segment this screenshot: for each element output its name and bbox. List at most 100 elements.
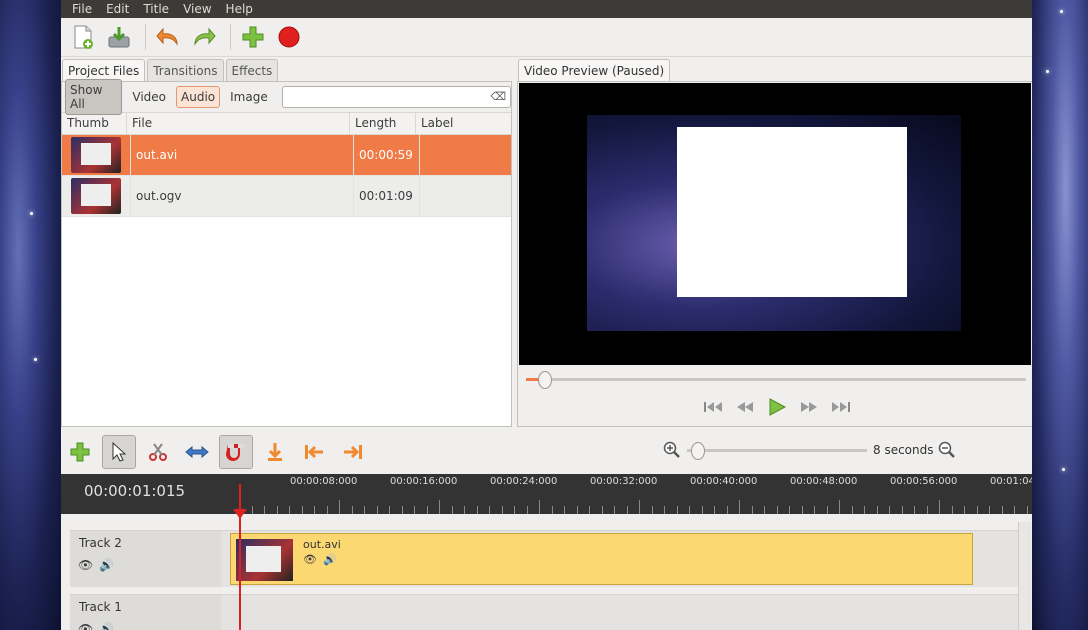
col-file[interactable]: File <box>127 113 350 134</box>
razor-tool-button[interactable] <box>141 435 175 469</box>
ruler-time-label: 00:00:08:000 <box>290 476 358 487</box>
file-length: 00:00:59 <box>354 135 420 175</box>
desktop-wallpaper-left <box>0 0 61 630</box>
ruler-tick <box>301 506 303 514</box>
timeline-clip[interactable]: out.avi 👁 🔊 <box>230 533 973 585</box>
ruler-tick <box>864 506 865 514</box>
ruler-tick <box>751 506 753 514</box>
video-frame <box>587 115 961 331</box>
zoom-handle[interactable] <box>691 441 705 460</box>
timeline-ruler[interactable]: 00:00:01:015 00:00:08:000 00:00:16:000 00:… <box>61 474 1032 514</box>
menu-view[interactable]: View <box>176 0 218 18</box>
track-icons: 👁 🔊 <box>78 622 114 630</box>
search-input[interactable]: ⌫ <box>281 86 511 108</box>
visibility-eye-icon[interactable]: 👁 <box>303 553 317 566</box>
preview-tabs: Video Preview (Paused) <box>517 56 1032 82</box>
menu-file[interactable]: File <box>65 0 99 18</box>
resize-tool-button[interactable] <box>180 435 214 469</box>
ruler-tick <box>539 500 540 514</box>
ruler-tick <box>314 506 315 514</box>
undo-button[interactable] <box>152 21 184 53</box>
save-icon <box>108 27 130 48</box>
menu-help[interactable]: Help <box>219 0 260 18</box>
clear-search-icon[interactable]: ⌫ <box>490 90 506 103</box>
ruler-tick <box>251 506 253 514</box>
filter-audio-button[interactable]: Audio <box>176 86 221 108</box>
file-thumbnail <box>71 137 121 173</box>
col-label[interactable]: Label <box>416 113 507 134</box>
play-icon[interactable] <box>768 398 786 416</box>
speaker-icon[interactable]: 🔊 <box>99 622 114 630</box>
filter-video-button[interactable]: Video <box>128 87 170 107</box>
ruler-tick <box>564 506 565 514</box>
next-marker-button[interactable] <box>336 435 370 469</box>
ruler-tick <box>689 506 690 514</box>
add-marker-button[interactable] <box>258 435 292 469</box>
add-plus-icon <box>70 442 90 462</box>
filter-show-all-button[interactable]: Show All <box>65 79 123 115</box>
speaker-icon[interactable]: 🔊 <box>323 553 337 566</box>
ruler-tick <box>401 506 403 514</box>
snapping-button[interactable] <box>219 435 253 469</box>
file-length: 00:01:09 <box>354 176 420 216</box>
ruler-tick <box>801 506 803 514</box>
track-header: Track 2 👁 🔊 <box>70 531 221 587</box>
ruler-tick <box>589 506 590 514</box>
menu-title[interactable]: Title <box>136 0 176 18</box>
track-name: Track 1 <box>79 600 122 614</box>
seek-handle[interactable] <box>538 371 552 389</box>
tab-video-preview[interactable]: Video Preview (Paused) <box>518 59 671 82</box>
ruler-tick <box>639 500 640 514</box>
col-length[interactable]: Length <box>350 113 416 134</box>
ruler-tick <box>439 500 440 514</box>
seek-slider[interactable] <box>526 371 1026 389</box>
file-name: out.ogv <box>131 176 354 216</box>
zoom-control: 8 seconds <box>663 441 956 460</box>
select-tool-button[interactable] <box>102 435 136 469</box>
redo-button[interactable] <box>188 21 220 53</box>
jump-end-icon[interactable] <box>832 401 850 413</box>
current-timecode: 00:00:01:015 <box>84 482 186 500</box>
playhead-marker[interactable] <box>233 509 247 519</box>
new-project-button[interactable] <box>67 21 99 53</box>
rewind-icon[interactable] <box>736 401 754 413</box>
ruler-tick <box>626 506 628 514</box>
add-track-button[interactable] <box>63 435 97 469</box>
clip-name: out.avi <box>303 538 341 551</box>
zoom-in-icon[interactable] <box>663 441 681 459</box>
new-document-icon <box>74 25 93 49</box>
import-files-button[interactable] <box>237 21 269 53</box>
file-label <box>420 135 511 175</box>
save-project-button[interactable] <box>103 21 135 53</box>
filter-image-button[interactable]: Image <box>226 87 272 107</box>
ruler-tick <box>951 506 953 514</box>
fast-forward-icon[interactable] <box>800 401 818 413</box>
file-row[interactable]: out.avi 00:00:59 <box>62 135 511 176</box>
playhead-line[interactable] <box>239 484 241 630</box>
thumb-cell <box>62 135 131 175</box>
jump-start-icon[interactable] <box>704 401 722 413</box>
ruler-tick <box>464 506 465 514</box>
ruler-tick <box>789 506 790 514</box>
visibility-eye-icon[interactable]: 👁 <box>78 558 93 572</box>
ruler-tick <box>964 506 965 514</box>
previous-marker-button[interactable] <box>297 435 331 469</box>
magnet-icon <box>226 444 244 461</box>
visibility-eye-icon[interactable]: 👁 <box>78 622 93 630</box>
tracks-scrollbar[interactable] <box>1018 522 1031 630</box>
menu-edit[interactable]: Edit <box>99 0 136 18</box>
zoom-out-icon[interactable] <box>938 441 956 459</box>
ruler-tick <box>489 506 490 514</box>
tab-effects[interactable]: Effects <box>225 59 279 82</box>
zoom-slider[interactable] <box>687 441 867 460</box>
track-row[interactable]: Track 2 👁 🔊 out.avi 👁 🔊 <box>70 530 1018 587</box>
tab-transitions[interactable]: Transitions <box>147 59 224 82</box>
track-row[interactable]: Track 1 👁 🔊 <box>70 594 1018 630</box>
file-row[interactable]: out.ogv 00:01:09 <box>62 176 511 217</box>
ruler-tick <box>839 500 840 514</box>
ruler-tick <box>939 500 940 514</box>
col-thumb[interactable]: Thumb <box>62 113 127 134</box>
speaker-icon[interactable]: 🔊 <box>99 558 114 572</box>
export-video-button[interactable] <box>273 21 305 53</box>
thumb-cell <box>62 176 131 216</box>
